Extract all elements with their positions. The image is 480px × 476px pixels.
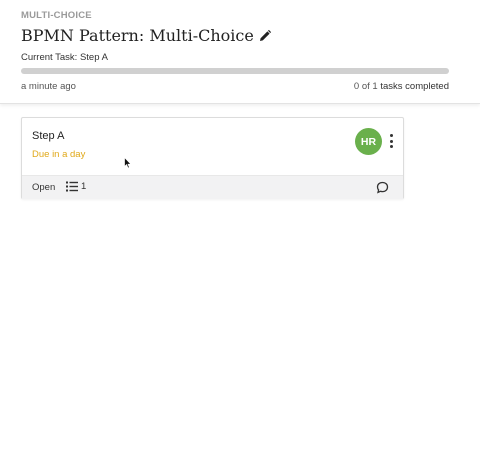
pencil-icon[interactable] bbox=[258, 29, 272, 43]
progress-bar bbox=[21, 68, 449, 74]
dot bbox=[389, 139, 393, 143]
task-card-footer: Open 1 bbox=[22, 175, 403, 199]
vertical-dots-icon[interactable] bbox=[386, 132, 396, 150]
workflow-title: BPMN Pattern: Multi-Choice bbox=[21, 26, 254, 45]
dot bbox=[389, 145, 393, 148]
list-icon bbox=[66, 181, 79, 192]
task-name: Step A bbox=[32, 130, 65, 142]
dot bbox=[389, 134, 393, 137]
assignee-avatar[interactable]: HR bbox=[355, 128, 382, 155]
current-task-label: Current Task: Step A bbox=[21, 52, 108, 63]
task-due-date: Due in a day bbox=[32, 149, 86, 160]
tasks-completed: 0 of 1 tasks completed bbox=[354, 81, 449, 92]
task-status: Open bbox=[32, 182, 56, 193]
subtask-count[interactable]: 1 bbox=[66, 181, 86, 192]
workflow-category: MULTI-CHOICE bbox=[21, 10, 92, 21]
tasks-completed-label: tasks completed bbox=[380, 81, 449, 92]
tasks-completed-count: 0 of 1 bbox=[353, 81, 378, 92]
subtask-count-value: 1 bbox=[81, 181, 87, 192]
speech-bubble-icon[interactable] bbox=[376, 181, 389, 194]
task-card[interactable]: Step A Due in a day HR Open 1 bbox=[21, 117, 404, 199]
last-updated: a minute ago bbox=[21, 81, 76, 92]
mouse-pointer-icon bbox=[124, 157, 132, 169]
task-card-body[interactable]: Step A Due in a day HR bbox=[22, 118, 403, 175]
title-row: BPMN Pattern: Multi-Choice bbox=[21, 26, 272, 45]
workflow-header: MULTI-CHOICE BPMN Pattern: Multi-Choice … bbox=[0, 0, 480, 104]
